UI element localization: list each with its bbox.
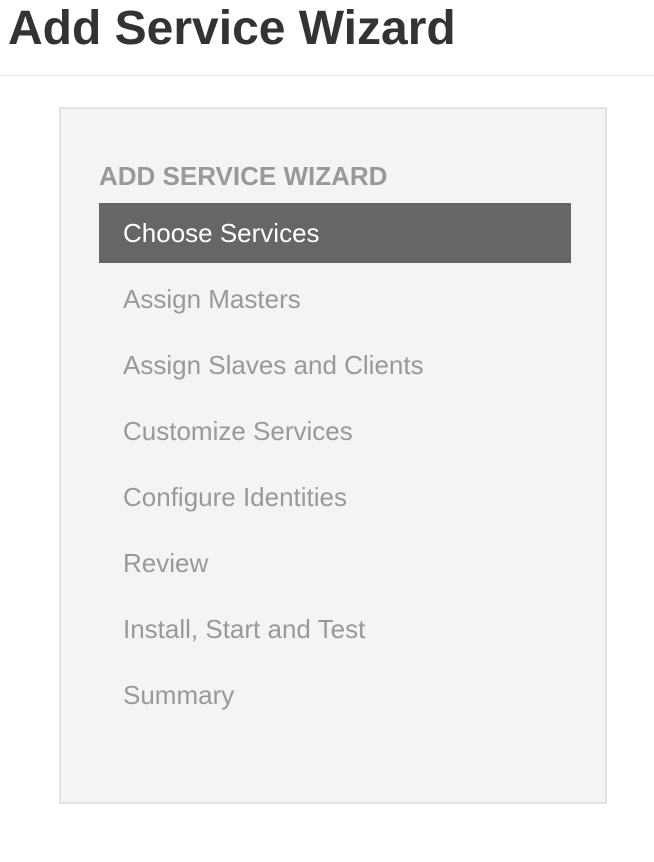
step-install-start-and-test[interactable]: Install, Start and Test: [99, 599, 571, 659]
step-assign-masters[interactable]: Assign Masters: [99, 269, 571, 329]
wizard-heading: ADD SERVICE WIZARD: [99, 161, 388, 191]
step-assign-slaves-and-clients[interactable]: Assign Slaves and Clients: [99, 335, 571, 395]
step-configure-identities[interactable]: Configure Identities: [99, 467, 571, 527]
title-divider: [0, 75, 654, 76]
step-review[interactable]: Review: [99, 533, 571, 593]
step-summary[interactable]: Summary: [99, 665, 571, 725]
step-customize-services[interactable]: Customize Services: [99, 401, 571, 461]
page-title: Add Service Wizard: [8, 2, 456, 55]
page: Add Service Wizard ADD SERVICE WIZARD Ch…: [0, 0, 654, 862]
wizard-sidebar: ADD SERVICE WIZARD Choose Services Assig…: [59, 107, 607, 804]
step-choose-services[interactable]: Choose Services: [99, 203, 571, 263]
wizard-steps: Choose Services Assign Masters Assign Sl…: [99, 203, 571, 731]
